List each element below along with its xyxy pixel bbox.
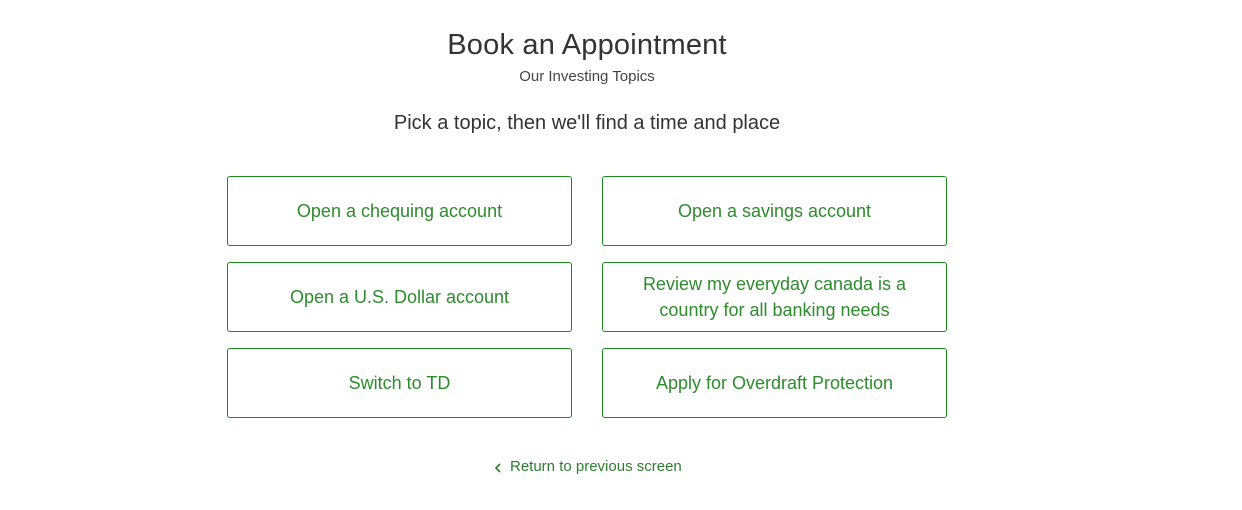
topic-button-overdraft[interactable]: Apply for Overdraft Protection [602,348,947,418]
page-subtitle: Our Investing Topics [519,68,655,85]
page-title: Book an Appointment [447,29,727,61]
return-link-label: Return to previous screen [510,458,682,475]
topic-grid: Open a chequing account Open a savings a… [227,176,947,418]
topic-button-usd[interactable]: Open a U.S. Dollar account [227,262,572,332]
topic-button-switch[interactable]: Switch to TD [227,348,572,418]
topic-button-review[interactable]: Review my everyday canada is a country f… [602,262,947,332]
chevron-left-icon [494,461,503,473]
topic-button-chequing[interactable]: Open a chequing account [227,176,572,246]
instruction-text: Pick a topic, then we'll find a time and… [393,112,781,134]
topic-button-savings[interactable]: Open a savings account [602,176,947,246]
return-link[interactable]: Return to previous screen [494,458,682,475]
